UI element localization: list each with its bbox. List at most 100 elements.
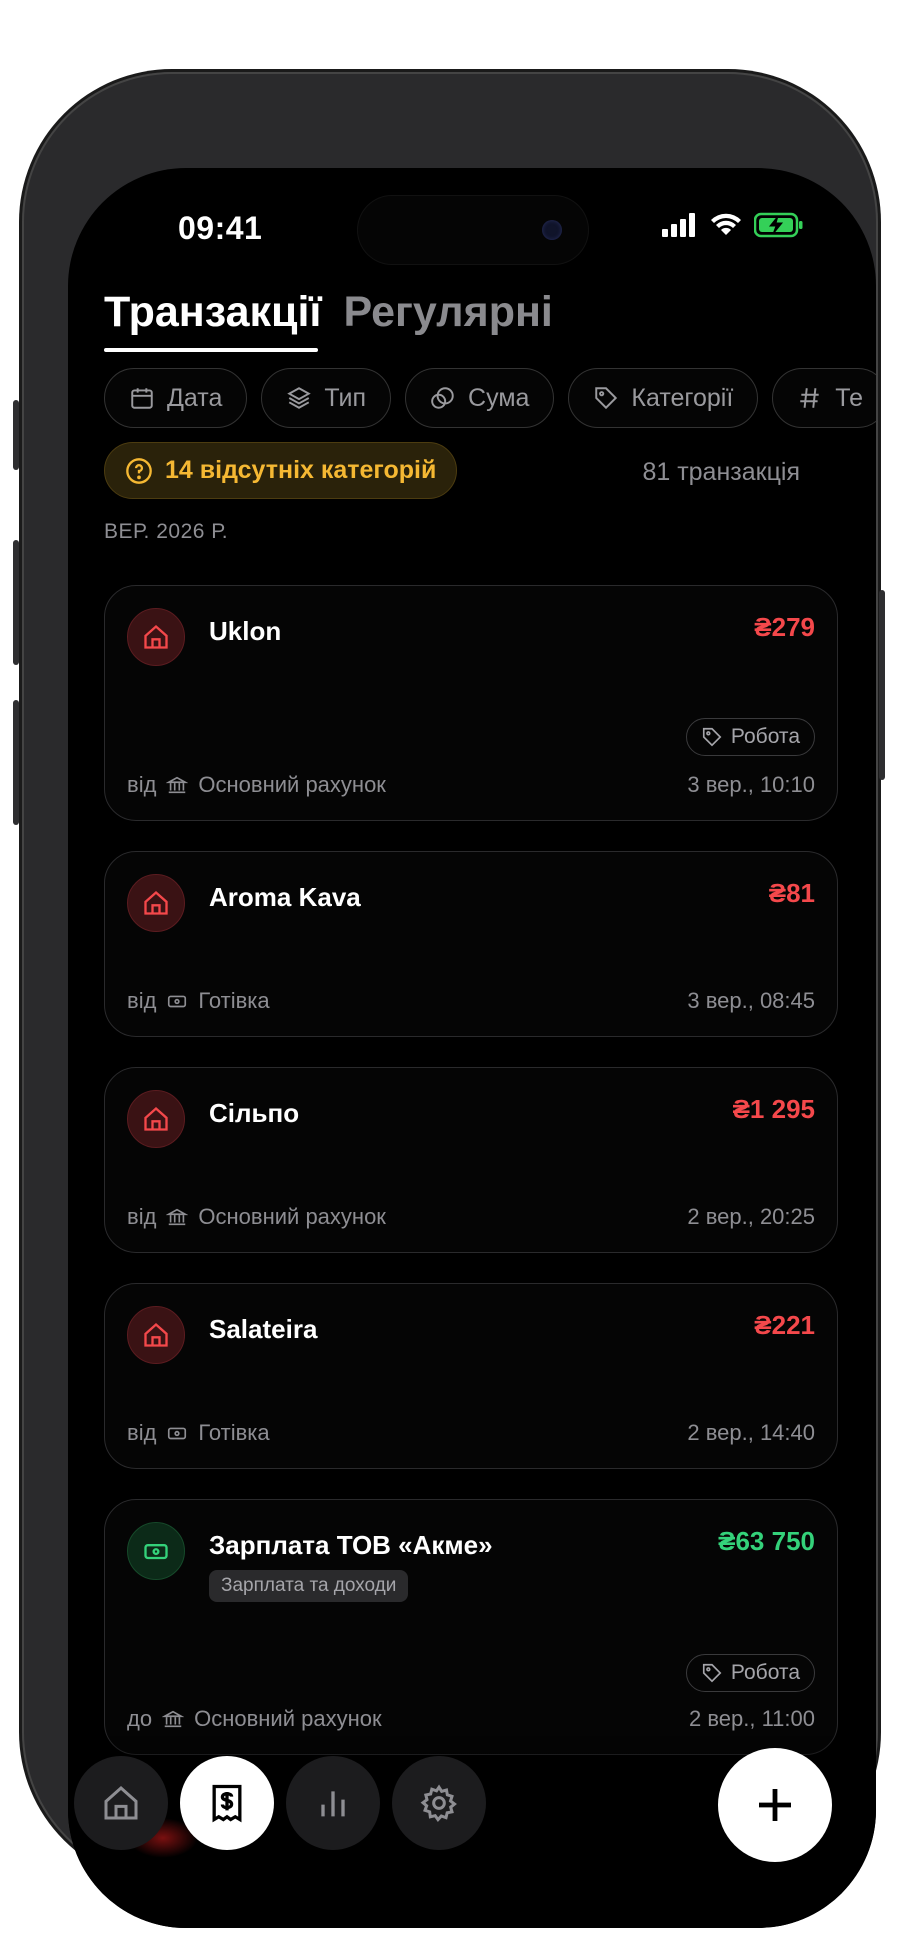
side-button [13, 400, 19, 470]
coins-icon [431, 387, 454, 409]
transaction-amount: ₴221 [754, 1310, 815, 1340]
transaction-amount: ₴81 [768, 878, 815, 908]
transaction-card[interactable]: Aroma Kava ₴81 від Готівка 3 вер., 08:45 [104, 851, 838, 1037]
app-screen: 09:41 Транзакції Регулярні Дата Тип Сума [68, 168, 876, 1928]
category-avatar [127, 1306, 185, 1364]
transactions-list: Uklon ₴279 Робота від Основний рахунок 3… [104, 585, 838, 1785]
dynamic-island [358, 196, 588, 264]
power-button [879, 590, 885, 780]
bar-chart-icon [321, 1791, 345, 1817]
category-label: Зарплата та доходи [209, 1570, 409, 1602]
layers-icon [287, 387, 312, 409]
tag-icon [702, 727, 722, 747]
filter-category-label: Категорії [631, 383, 734, 412]
direction-label: від [127, 1420, 157, 1445]
transaction-amount: ₴279 [754, 612, 815, 642]
plus-icon [759, 1789, 791, 1821]
tag-icon [702, 1663, 722, 1683]
account-name: Основний рахунок [198, 1204, 386, 1229]
account-info: від Основний рахунок [127, 772, 386, 798]
tag-label: Робота [730, 1661, 800, 1684]
account-name: Готівка [198, 988, 270, 1013]
status-time: 09:41 [178, 210, 263, 246]
receipt-icon [212, 1784, 242, 1823]
tab-transactions-nav[interactable] [180, 1756, 274, 1850]
phone-frame: 09:41 Транзакції Регулярні Дата Тип Сума [22, 72, 878, 1928]
transaction-name: Uklon [209, 616, 282, 646]
tag-label: Робота [730, 725, 800, 748]
transaction-amount: ₴63 750 [718, 1526, 815, 1556]
direction-label: від [127, 1204, 157, 1229]
header-tabs: Транзакції Регулярні [104, 288, 553, 337]
filter-type-label: Тип [324, 383, 367, 412]
question-circle-icon [126, 457, 152, 484]
account-name: Основний рахунок [198, 772, 386, 797]
filter-tags-chip[interactable]: Те [772, 368, 876, 428]
calendar-icon [131, 388, 153, 409]
signal-icon [662, 213, 695, 237]
transaction-date: 2 вер., 14:40 [687, 1420, 815, 1445]
transaction-name: Salateira [209, 1314, 318, 1344]
hash-icon [800, 388, 819, 408]
camera-icon [542, 220, 562, 240]
home-icon [144, 890, 168, 915]
filter-chips: Дата Тип Сума Категорії Те [104, 368, 876, 428]
tag-chip: Робота [685, 718, 815, 756]
direction-label: від [127, 988, 157, 1013]
transaction-date: 2 вер., 20:25 [687, 1204, 815, 1229]
tab-bar [74, 1756, 486, 1850]
category-avatar [127, 1090, 185, 1148]
bank-icon [166, 776, 189, 794]
home-icon [144, 1322, 168, 1347]
filter-tags-label: Те [835, 383, 864, 412]
home-icon [144, 1106, 168, 1131]
tag-chip: Робота [685, 1654, 815, 1692]
battery-charging-icon [754, 212, 803, 238]
status-icons [662, 212, 804, 238]
transaction-name: Сільпо [209, 1098, 300, 1128]
transaction-date: 3 вер., 10:10 [687, 772, 815, 797]
category-avatar [127, 1522, 185, 1580]
tab-settings[interactable] [392, 1756, 486, 1850]
transaction-name: Зарплата ТОВ «Акме» [209, 1530, 493, 1560]
tab-transactions[interactable]: Транзакції [104, 288, 322, 337]
tab-recurring[interactable]: Регулярні [344, 288, 553, 337]
gear-icon [420, 1784, 457, 1823]
transaction-card[interactable]: Salateira ₴221 від Готівка 2 вер., 14:40 [104, 1283, 838, 1469]
tag-icon [595, 387, 618, 410]
cash-icon [168, 995, 187, 1008]
active-tab-indicator [104, 348, 318, 352]
wifi-icon [711, 213, 741, 235]
account-info: від Готівка [127, 988, 270, 1014]
filter-date-label: Дата [167, 383, 223, 412]
filter-category-chip[interactable]: Категорії [568, 368, 759, 428]
transaction-name: Aroma Kava [209, 882, 361, 912]
transaction-card[interactable]: Сільпо ₴1 295 від Основний рахунок 2 вер… [104, 1067, 838, 1253]
filter-amount-label: Сума [468, 383, 530, 412]
filter-date-chip[interactable]: Дата [104, 368, 248, 428]
category-avatar [127, 608, 185, 666]
filter-type-chip[interactable]: Тип [261, 368, 392, 428]
filter-amount-chip[interactable]: Сума [405, 368, 555, 428]
direction-label: від [127, 772, 157, 797]
transaction-card[interactable]: Uklon ₴279 Робота від Основний рахунок 3… [104, 585, 838, 821]
month-header: ВЕР. 2026 Р. [104, 520, 229, 543]
account-info: від Готівка [127, 1420, 270, 1446]
missing-categories-label: 14 відсутніх категорій [165, 456, 437, 484]
transaction-card[interactable]: Зарплата ТОВ «Акме» ₴63 750 Зарплата та … [104, 1499, 838, 1755]
bank-icon [166, 1208, 189, 1226]
volume-down-button [13, 700, 19, 825]
banknote-icon [144, 1544, 168, 1560]
add-transaction-button[interactable] [718, 1748, 832, 1862]
tab-home[interactable] [74, 1756, 168, 1850]
transaction-amount: ₴1 295 [732, 1094, 815, 1124]
tab-stats[interactable] [286, 1756, 380, 1850]
bank-icon [162, 1710, 185, 1728]
cash-icon [168, 1427, 187, 1440]
account-info: від Основний рахунок [127, 1204, 386, 1230]
category-avatar [127, 874, 185, 932]
home-icon [144, 624, 168, 649]
transactions-count: 81 транзакція [642, 458, 800, 486]
transaction-date: 3 вер., 08:45 [687, 988, 815, 1013]
missing-categories-badge[interactable]: 14 відсутніх категорій [104, 442, 458, 499]
